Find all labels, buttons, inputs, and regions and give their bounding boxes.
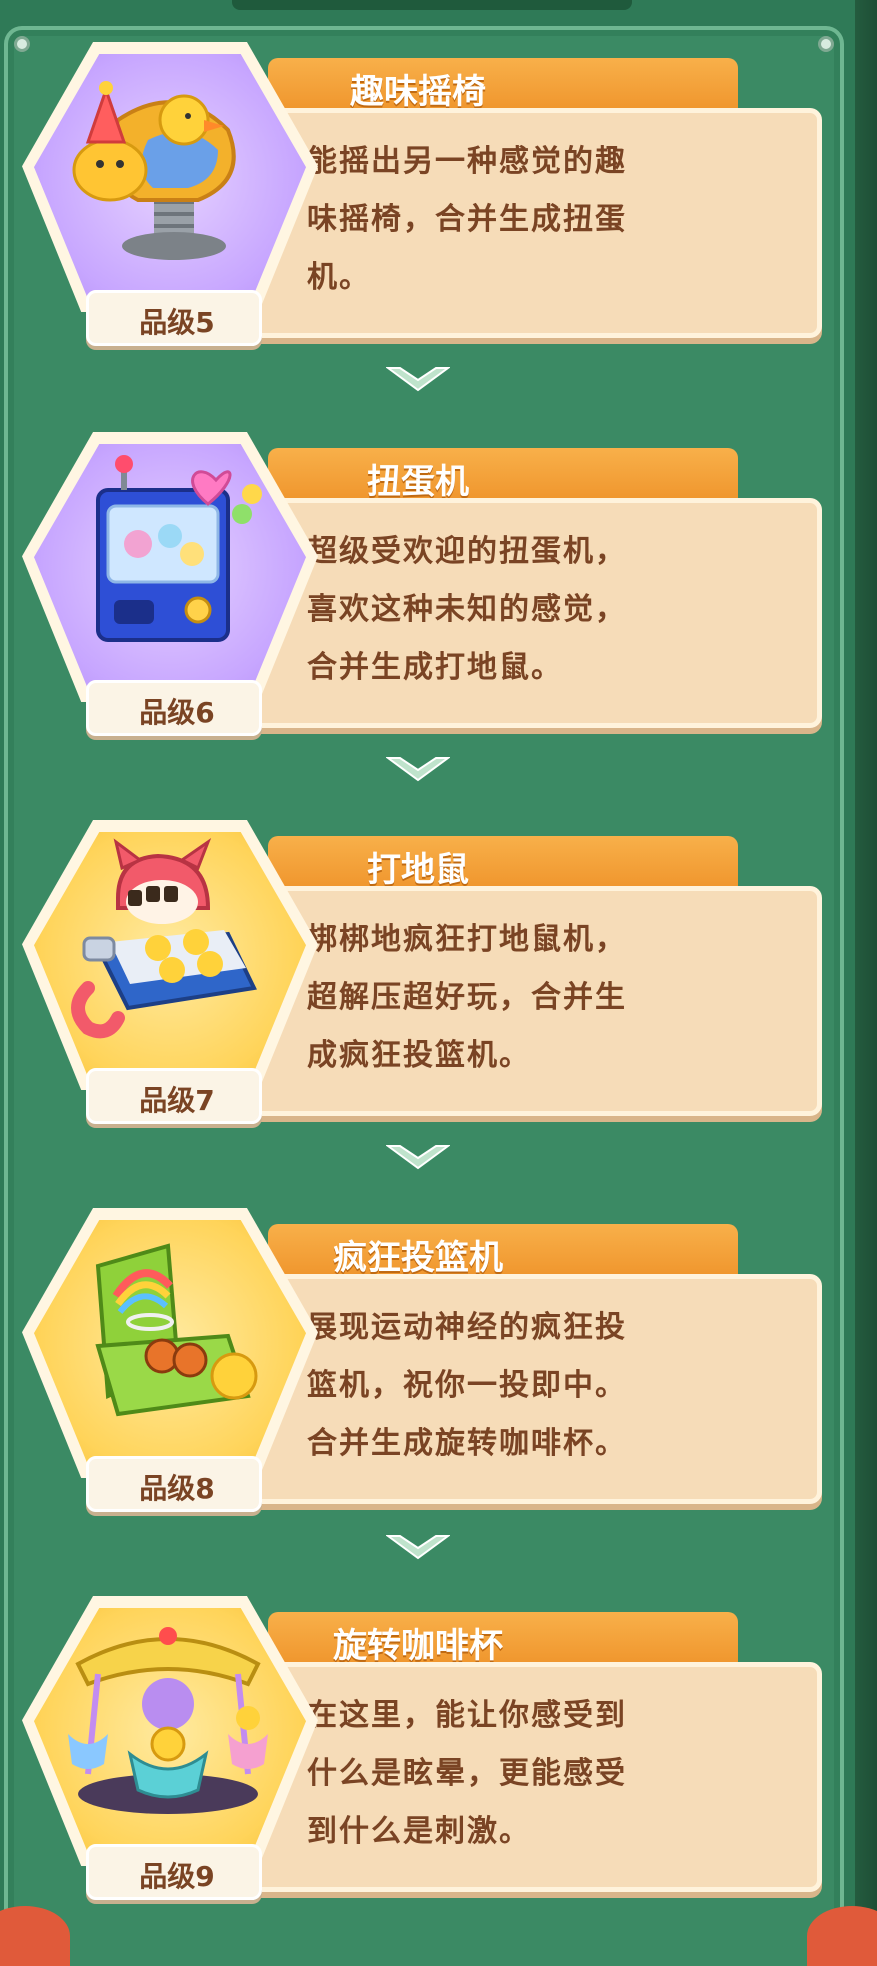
item-entry-grade-5[interactable]: 趣味摇椅 能摇出另一种感觉的趣 味摇椅，合并生成扭蛋 机。 品级5 [18,30,822,360]
item-description-card: 超级受欢迎的扭蛋机， 喜欢这种未知的感觉， 合并生成打地鼠。 [218,498,822,728]
item-description-card: 展现运动神经的疯狂投 篮机，祝你一投即中。 合并生成旋转咖啡杯。 [218,1274,822,1504]
right-frame-strip [855,0,877,1966]
item-description: 展现运动神经的疯狂投 篮机，祝你一投即中。 合并生成旋转咖啡杯。 [307,1310,627,1461]
item-title: 旋转咖啡杯 [333,1626,503,1666]
chevron-down-icon [386,1535,450,1560]
teacup-ride-icon [68,1627,268,1814]
grade-badge: 品级9 [86,1844,262,1900]
item-title: 打地鼠 [367,850,469,890]
whack-a-mole-icon [71,838,257,1039]
item-title: 疯狂投篮机 [333,1238,503,1278]
item-description-card: 在这里，能让你感受到 什么是眩晕，更能感受 到什么是刺激。 [218,1662,822,1892]
grade-badge: 品级8 [86,1456,262,1512]
rocking-chair-icon [72,81,236,260]
item-entry-grade-7[interactable]: 打地鼠 梆梆地疯狂打地鼠机， 超解压超好玩，合并生 成疯狂投篮机。 品级7 [18,808,822,1138]
chevron-down-icon [386,367,450,392]
basketball-machine-icon [95,1243,258,1417]
grade-badge: 品级7 [86,1068,262,1124]
chevron-down-icon [386,1145,450,1170]
item-description-card: 梆梆地疯狂打地鼠机， 超解压超好玩，合并生 成疯狂投篮机。 [218,886,822,1116]
gashapon-machine-icon [96,455,262,642]
item-description: 能摇出另一种感觉的趣 味摇椅，合并生成扭蛋 机。 [307,144,627,295]
grade-badge: 品级5 [86,290,262,346]
item-description-card: 能摇出另一种感觉的趣 味摇椅，合并生成扭蛋 机。 [218,108,822,338]
grade-badge: 品级6 [86,680,262,736]
item-entry-grade-6[interactable]: 扭蛋机 超级受欢迎的扭蛋机， 喜欢这种未知的感觉， 合并生成打地鼠。 品级6 [18,420,822,750]
item-description: 梆梆地疯狂打地鼠机， 超解压超好玩，合并生 成疯狂投篮机。 [307,922,627,1073]
item-entry-grade-9[interactable]: 旋转咖啡杯 在这里，能让你感受到 什么是眩晕，更能感受 到什么是刺激。 品级9 [18,1584,822,1914]
item-title: 趣味摇椅 [350,72,486,112]
item-title: 扭蛋机 [367,462,469,502]
rivet-icon [818,36,834,52]
bottom-right-decoration [807,1906,877,1966]
chevron-down-icon [386,757,450,782]
item-description: 在这里，能让你感受到 什么是眩晕，更能感受 到什么是刺激。 [307,1698,627,1849]
item-entry-grade-8[interactable]: 疯狂投篮机 展现运动神经的疯狂投 篮机，祝你一投即中。 合并生成旋转咖啡杯。 品… [18,1196,822,1526]
top-header-edge [232,0,632,10]
item-description: 超级受欢迎的扭蛋机， 喜欢这种未知的感觉， 合并生成打地鼠。 [307,534,627,685]
